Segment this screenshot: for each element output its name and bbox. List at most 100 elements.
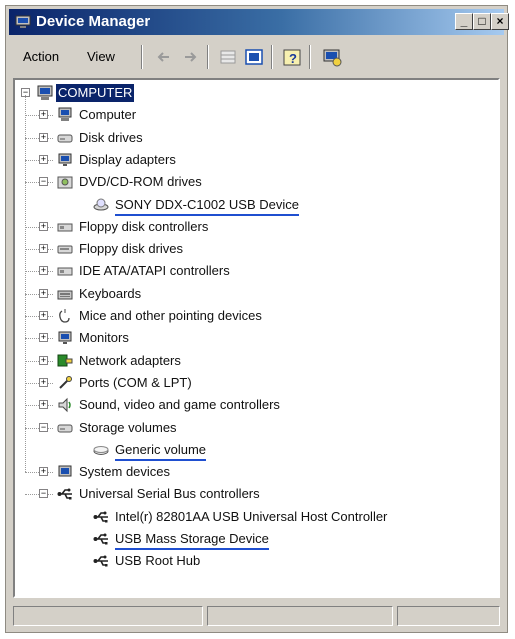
system-icon	[58, 465, 72, 477]
expand-toggle[interactable]: +	[39, 467, 48, 477]
tree-root-label: COMPUTER	[56, 84, 135, 102]
device-manager-icon	[15, 15, 31, 28]
properties-grid-icon[interactable]	[217, 46, 239, 68]
expand-toggle[interactable]: +	[39, 244, 48, 254]
tree-item-label: USB Root Hub	[115, 553, 201, 569]
tree-item-label: Intel(r) 82801AA USB Universal Host Cont…	[115, 508, 388, 524]
toolbar-separator	[141, 45, 143, 69]
collapse-toggle[interactable]: −	[39, 489, 48, 499]
tree-child-item[interactable]: Intel(r) 82801AA USB Universal Host Cont…	[15, 506, 498, 528]
tree-item-label: Display adapters	[79, 151, 176, 167]
expand-toggle[interactable]: +	[39, 355, 48, 365]
usb-icon	[93, 533, 108, 545]
tree-item-label: Generic volume	[115, 441, 207, 461]
expand-toggle[interactable]: +	[39, 110, 48, 120]
expand-toggle[interactable]: +	[39, 266, 48, 276]
tree-item-label: Computer	[79, 107, 137, 123]
expand-toggle[interactable]: +	[39, 132, 48, 142]
device-tree[interactable]: − COMPUTER + Computer + Disk drives + Display…	[13, 78, 500, 598]
view-menu-label: View	[87, 49, 115, 64]
close-button[interactable]: ×	[491, 13, 509, 30]
expand-toggle[interactable]: +	[39, 377, 48, 387]
tree-category-item[interactable]: + Display adapters	[15, 149, 498, 171]
tree-category-item[interactable]: + IDE ATA/ATAPI controllers	[15, 260, 498, 282]
tree-category-item[interactable]: + Mice and other pointing devices	[15, 305, 498, 327]
usb-icon	[93, 555, 108, 567]
toolbar-separator	[271, 45, 273, 69]
tree-child-item[interactable]: USB Root Hub	[15, 550, 498, 572]
tree-child-item[interactable]: SONY DDX-C1002 USB Device	[15, 194, 498, 216]
monitor-icon	[58, 153, 72, 166]
tree-category-item[interactable]: + Disk drives	[15, 127, 498, 149]
tree-item-label: IDE ATA/ATAPI controllers	[79, 263, 230, 279]
tree-category-item[interactable]: + Computer	[15, 104, 498, 126]
tree-category-item[interactable]: + Sound, video and game controllers	[15, 394, 498, 416]
tree-category-item[interactable]: + Floppy disk controllers	[15, 216, 498, 238]
usb-icon	[57, 488, 72, 500]
computer-icon	[58, 107, 72, 122]
tree-category-item[interactable]: − Universal Serial Bus controllers	[15, 483, 498, 505]
device-manager-window: Device Manager _ □ × Action View ? − COM…	[5, 5, 509, 633]
network-icon	[57, 354, 73, 367]
status-bar	[13, 606, 500, 628]
tree-item-label: Sound, video and game controllers	[79, 397, 280, 413]
tree-item-label: SONY DDX-C1002 USB Device	[115, 196, 299, 216]
cdrom-icon	[57, 176, 73, 189]
computer-root-icon	[37, 85, 53, 100]
keyboard-icon	[57, 290, 73, 300]
scan-hardware-icon[interactable]	[321, 46, 343, 68]
view-menu[interactable]: View	[81, 46, 121, 68]
tree-item-label: USB Mass Storage Device	[115, 530, 269, 550]
back-arrow-icon[interactable]	[153, 46, 175, 68]
tree-item-label: Universal Serial Bus controllers	[79, 486, 260, 502]
tree-item-label: Monitors	[79, 330, 129, 346]
expand-toggle[interactable]: +	[39, 400, 48, 410]
tree-category-item[interactable]: + System devices	[15, 461, 498, 483]
monitor-icon	[58, 331, 72, 345]
tree-item-label: Mice and other pointing devices	[79, 308, 262, 323]
disk-drive-icon	[57, 134, 73, 143]
tree-root[interactable]: − COMPUTER	[15, 82, 498, 104]
tree-category-item[interactable]: + Keyboards	[15, 283, 498, 305]
tree-category-item[interactable]: + Network adapters	[15, 350, 498, 372]
tree-child-item[interactable]: Generic volume	[15, 439, 498, 461]
title-bar[interactable]: Device Manager _ □ ×	[9, 9, 509, 35]
tree-item-label: Keyboards	[79, 285, 142, 301]
maximize-button[interactable]: □	[473, 13, 491, 30]
tree-item-label: System devices	[79, 464, 171, 480]
tree-item-label: Disk drives	[79, 129, 143, 145]
status-panel	[207, 606, 393, 626]
mouse-icon	[59, 309, 70, 323]
toolbar: Action View ?	[9, 40, 504, 72]
tree-item-label: DVD/CD-ROM drives	[79, 174, 202, 190]
expand-toggle[interactable]: +	[39, 333, 48, 343]
action-menu[interactable]: Action	[17, 46, 65, 68]
tree-category-item[interactable]: + Floppy disk drives	[15, 238, 498, 260]
expand-toggle[interactable]: +	[39, 154, 48, 164]
tree-category-item[interactable]: − DVD/CD-ROM drives	[15, 171, 498, 193]
storage-icon	[57, 424, 73, 432]
tree-category-item[interactable]: + Ports (COM & LPT)	[15, 372, 498, 394]
expand-toggle[interactable]: +	[39, 288, 48, 298]
help-icon[interactable]: ?	[281, 46, 303, 68]
controller-icon	[57, 223, 73, 232]
svg-text:?: ?	[289, 51, 297, 66]
tree-item-label: Floppy disk controllers	[79, 218, 209, 234]
minimize-button[interactable]: _	[455, 13, 473, 30]
forward-arrow-icon[interactable]	[179, 46, 201, 68]
tree-category-item[interactable]: − Storage volumes	[15, 417, 498, 439]
sound-icon	[58, 397, 71, 413]
toolbar-separator	[309, 45, 311, 69]
tree-item-label: Storage volumes	[79, 419, 177, 435]
status-panel	[397, 606, 500, 626]
status-panel	[13, 606, 203, 626]
expand-toggle[interactable]: +	[39, 311, 48, 320]
collapse-toggle[interactable]: −	[39, 422, 48, 432]
controller-icon	[57, 267, 73, 276]
details-pane-icon[interactable]	[243, 46, 265, 68]
tree-child-item[interactable]: USB Mass Storage Device	[15, 528, 498, 550]
expand-toggle[interactable]: +	[39, 221, 48, 231]
tree-category-item[interactable]: + Monitors	[15, 327, 498, 349]
action-menu-label: Action	[23, 49, 60, 64]
collapse-toggle[interactable]: −	[39, 177, 48, 187]
